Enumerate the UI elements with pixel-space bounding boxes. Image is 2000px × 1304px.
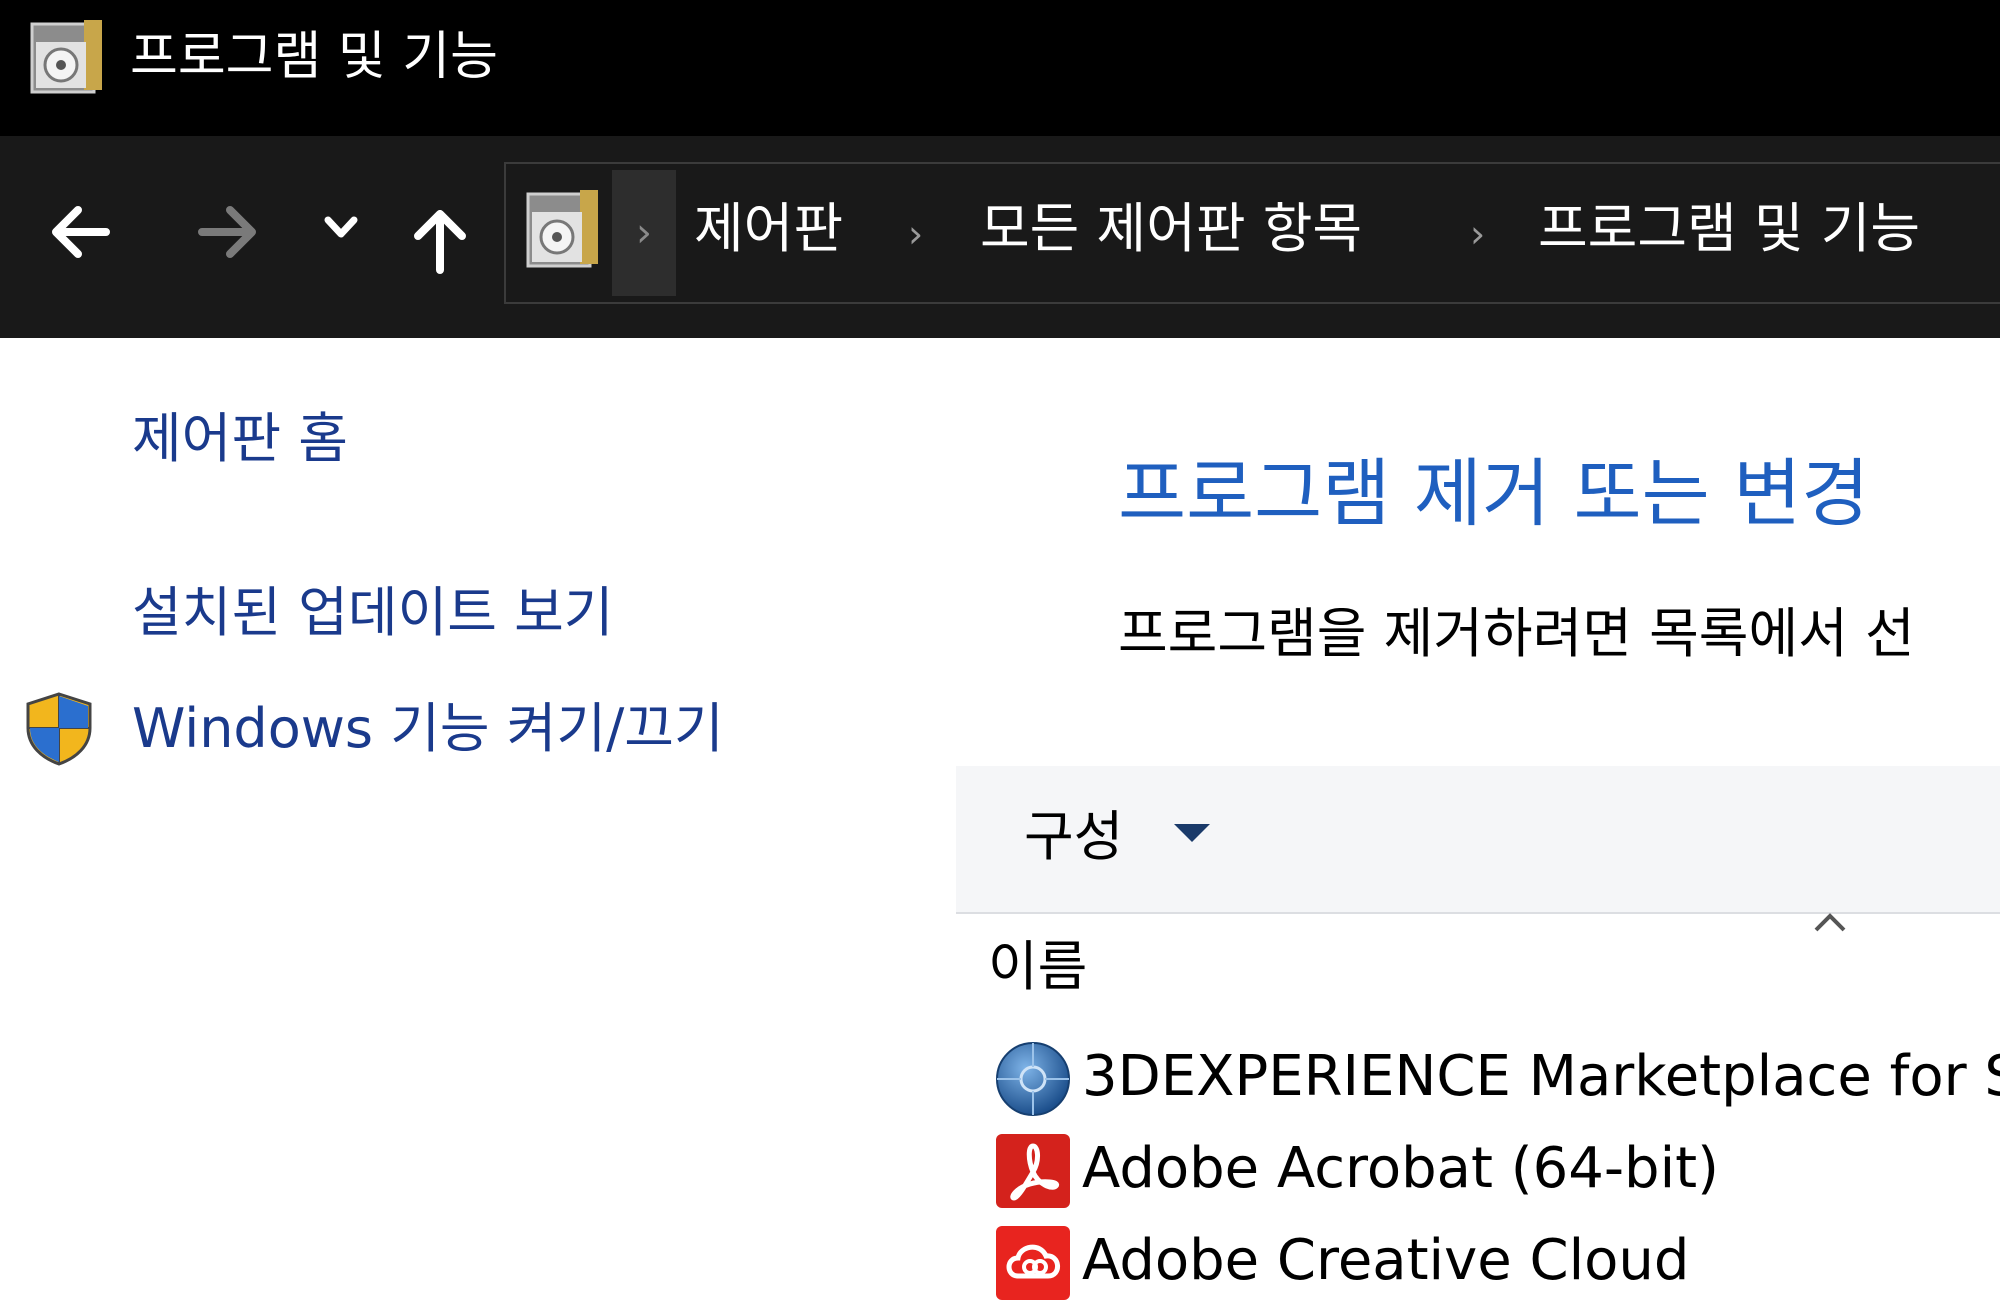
title-bar: 프로그램 및 기능 — [0, 0, 2000, 136]
list-item[interactable]: 3DEXPERIENCE Marketplace for SO — [992, 1034, 2000, 1120]
list-item[interactable]: Adobe Creative Cloud — [992, 1218, 2000, 1304]
breadcrumb-separator[interactable]: › — [908, 204, 923, 264]
list-item[interactable]: Adobe Acrobat (64-bit) — [992, 1126, 2000, 1212]
breadcrumb-separator[interactable]: › — [1470, 204, 1485, 264]
breadcrumb-all-items[interactable]: 모든 제어판 항목 — [980, 194, 1362, 264]
caret-down-icon[interactable] — [1174, 824, 1210, 842]
sidebar-item-control-panel-home[interactable]: 제어판 홈 — [132, 404, 348, 474]
page-description: 프로그램을 제거하려면 목록에서 선 — [1118, 602, 1915, 665]
sort-ascending-icon[interactable] — [1810, 910, 1850, 936]
breadcrumb-expand-button[interactable]: › — [612, 170, 676, 296]
breadcrumb-programs-features[interactable]: 프로그램 및 기능 — [1538, 194, 1920, 264]
arrow-right-icon[interactable] — [192, 200, 262, 264]
column-header-name[interactable]: 이름 — [988, 932, 1087, 1002]
control-panel-icon — [526, 190, 598, 268]
window-title: 프로그램 및 기능 — [130, 27, 498, 87]
program-name: Adobe Acrobat (64-bit) — [1082, 1136, 1719, 1201]
programs-features-icon — [30, 20, 102, 94]
address-bar[interactable]: › 제어판 › 모든 제어판 항목 › 프로그램 및 기능 — [504, 162, 2000, 304]
globe-icon — [996, 1042, 1070, 1116]
organize-button[interactable]: 구성 — [1024, 802, 1123, 872]
arrow-up-icon[interactable] — [408, 204, 472, 276]
creative-cloud-icon — [996, 1226, 1070, 1300]
acrobat-icon — [996, 1134, 1070, 1208]
breadcrumb-control-panel[interactable]: 제어판 — [694, 194, 843, 264]
sidebar-item-windows-features[interactable]: Windows 기능 켜기/끄기 — [132, 694, 724, 764]
shield-icon — [26, 692, 92, 766]
page-title: 프로그램 제거 또는 변경 — [1118, 451, 1870, 537]
sidebar-item-view-installed-updates[interactable]: 설치된 업데이트 보기 — [132, 578, 613, 648]
program-name: 3DEXPERIENCE Marketplace for SO — [1082, 1044, 2000, 1109]
command-toolbar: 구성 — [956, 766, 2000, 914]
program-name: Adobe Creative Cloud — [1082, 1228, 1690, 1293]
arrow-left-icon[interactable] — [46, 200, 116, 264]
chevron-down-icon[interactable] — [322, 214, 360, 242]
